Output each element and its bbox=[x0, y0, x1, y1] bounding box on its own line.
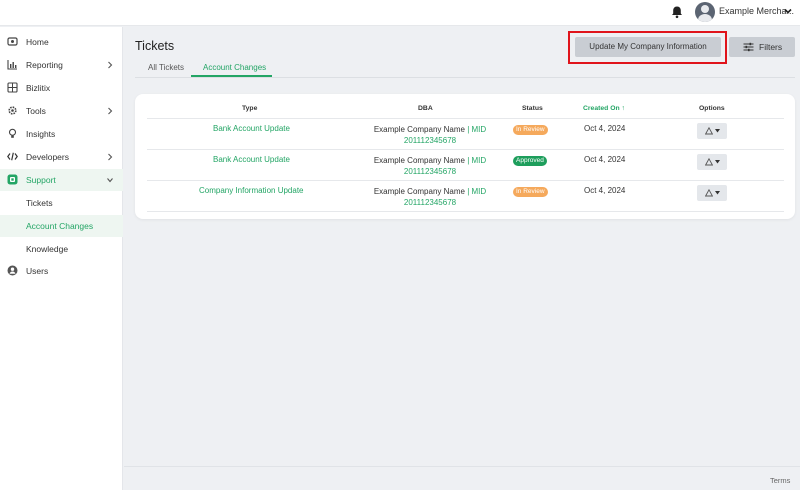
sidebar-item-reporting[interactable]: Reporting bbox=[0, 54, 123, 76]
page-title: Tickets bbox=[135, 39, 175, 53]
dba-name: Example Company Name bbox=[373, 125, 465, 134]
options-dropdown-button[interactable] bbox=[697, 154, 727, 170]
sidebar-item-developers[interactable]: Developers bbox=[0, 146, 123, 168]
sidebar-item-tools[interactable]: Tools bbox=[0, 100, 123, 122]
chevron-down-icon[interactable] bbox=[783, 6, 793, 16]
ticket-type-link[interactable]: Bank Account Update bbox=[213, 124, 290, 133]
tabs-divider bbox=[135, 77, 795, 78]
avatar[interactable] bbox=[695, 2, 715, 22]
sidebar-item-bizlitix[interactable]: Bizlitix bbox=[0, 77, 123, 99]
column-header-type: Type bbox=[242, 105, 258, 112]
chevron-right-icon bbox=[108, 153, 113, 161]
sidebar: Home Reporting Bizlitix Tools Insights D… bbox=[0, 27, 123, 490]
created-on-date: Oct 4, 2024 bbox=[584, 155, 626, 164]
tab-all-tickets[interactable]: All Tickets bbox=[148, 63, 184, 72]
sidebar-item-insights[interactable]: Insights bbox=[0, 123, 123, 145]
top-bar: Example Mercha... bbox=[0, 0, 800, 26]
code-icon bbox=[7, 152, 18, 161]
ticket-type-link[interactable]: Company Information Update bbox=[199, 186, 304, 195]
sidebar-item-users[interactable]: Users bbox=[0, 260, 123, 282]
chart-icon bbox=[7, 60, 17, 70]
alert-icon bbox=[705, 189, 713, 197]
highlight-box bbox=[568, 31, 727, 64]
sidebar-item-home[interactable]: Home bbox=[0, 31, 123, 53]
column-header-dba: DBA bbox=[418, 105, 433, 112]
tab-account-changes[interactable]: Account Changes bbox=[203, 63, 266, 72]
options-dropdown-button[interactable] bbox=[697, 123, 727, 139]
chevron-right-icon bbox=[108, 107, 113, 115]
alert-icon bbox=[705, 127, 713, 135]
dba-cell: Example Company Name | MID 201112345678 bbox=[365, 186, 495, 208]
dba-name: Example Company Name bbox=[373, 156, 465, 165]
sidebar-item-label: Bizlitix bbox=[26, 83, 51, 93]
user-icon bbox=[7, 265, 18, 276]
caret-down-icon bbox=[715, 191, 720, 195]
filters-button-label: Filters bbox=[759, 42, 783, 52]
terms-link[interactable]: Terms bbox=[770, 476, 790, 485]
created-on-date: Oct 4, 2024 bbox=[584, 186, 626, 195]
sidebar-item-account-changes[interactable]: Account Changes bbox=[0, 215, 123, 237]
column-header-options: Options bbox=[699, 105, 725, 112]
sidebar-item-label: Developers bbox=[26, 152, 69, 162]
created-on-date: Oct 4, 2024 bbox=[584, 124, 626, 133]
ticket-type-link[interactable]: Bank Account Update bbox=[213, 155, 290, 164]
sidebar-item-label: Tools bbox=[26, 106, 46, 116]
sidebar-item-tickets[interactable]: Tickets bbox=[0, 192, 123, 214]
row-divider bbox=[147, 149, 784, 150]
sidebar-item-label: Knowledge bbox=[26, 244, 69, 254]
bell-icon[interactable] bbox=[670, 5, 684, 19]
column-header-status: Status bbox=[522, 105, 543, 112]
status-badge: Approved bbox=[513, 156, 547, 166]
tickets-table: Type DBA Status Created On ↑ Options Ban… bbox=[135, 94, 795, 219]
chevron-down-icon bbox=[107, 178, 113, 183]
mid-label[interactable]: MID bbox=[472, 187, 487, 196]
sidebar-item-support[interactable]: Support bbox=[0, 169, 123, 191]
sidebar-item-knowledge[interactable]: Knowledge bbox=[0, 238, 123, 260]
filter-sliders-icon bbox=[743, 42, 754, 52]
row-divider bbox=[147, 118, 784, 119]
mid-number[interactable]: 201112345678 bbox=[404, 167, 456, 176]
sidebar-item-label: Support bbox=[26, 175, 56, 185]
status-badge: In Review bbox=[513, 125, 548, 135]
mid-number[interactable]: 201112345678 bbox=[404, 136, 456, 145]
dba-cell: Example Company Name | MID 201112345678 bbox=[365, 155, 495, 177]
dba-name: Example Company Name bbox=[373, 187, 465, 196]
column-header-created-on[interactable]: Created On ↑ bbox=[583, 105, 625, 112]
sidebar-item-label: Tickets bbox=[26, 198, 53, 208]
sidebar-item-label: Account Changes bbox=[26, 221, 94, 231]
home-icon bbox=[7, 37, 18, 46]
sidebar-item-label: Users bbox=[26, 266, 49, 276]
lightbulb-icon bbox=[8, 128, 17, 138]
footer bbox=[124, 466, 800, 490]
mid-label[interactable]: MID bbox=[472, 125, 487, 134]
options-dropdown-button[interactable] bbox=[697, 185, 727, 201]
mid-label[interactable]: MID bbox=[472, 156, 487, 165]
gear-icon bbox=[8, 106, 17, 115]
sidebar-item-label: Insights bbox=[26, 129, 56, 139]
filters-button[interactable]: Filters bbox=[729, 37, 795, 57]
row-divider bbox=[147, 211, 784, 212]
status-badge: In Review bbox=[513, 187, 548, 197]
sidebar-item-label: Reporting bbox=[26, 60, 63, 70]
sidebar-item-label: Home bbox=[26, 37, 49, 47]
mid-number[interactable]: 201112345678 bbox=[404, 198, 456, 207]
row-divider bbox=[147, 180, 784, 181]
dba-cell: Example Company Name | MID 201112345678 bbox=[365, 124, 495, 146]
chevron-right-icon bbox=[108, 61, 113, 69]
alert-icon bbox=[705, 158, 713, 166]
support-icon bbox=[7, 174, 18, 185]
caret-down-icon bbox=[715, 160, 720, 164]
grid-icon bbox=[7, 82, 18, 93]
caret-down-icon bbox=[715, 129, 720, 133]
